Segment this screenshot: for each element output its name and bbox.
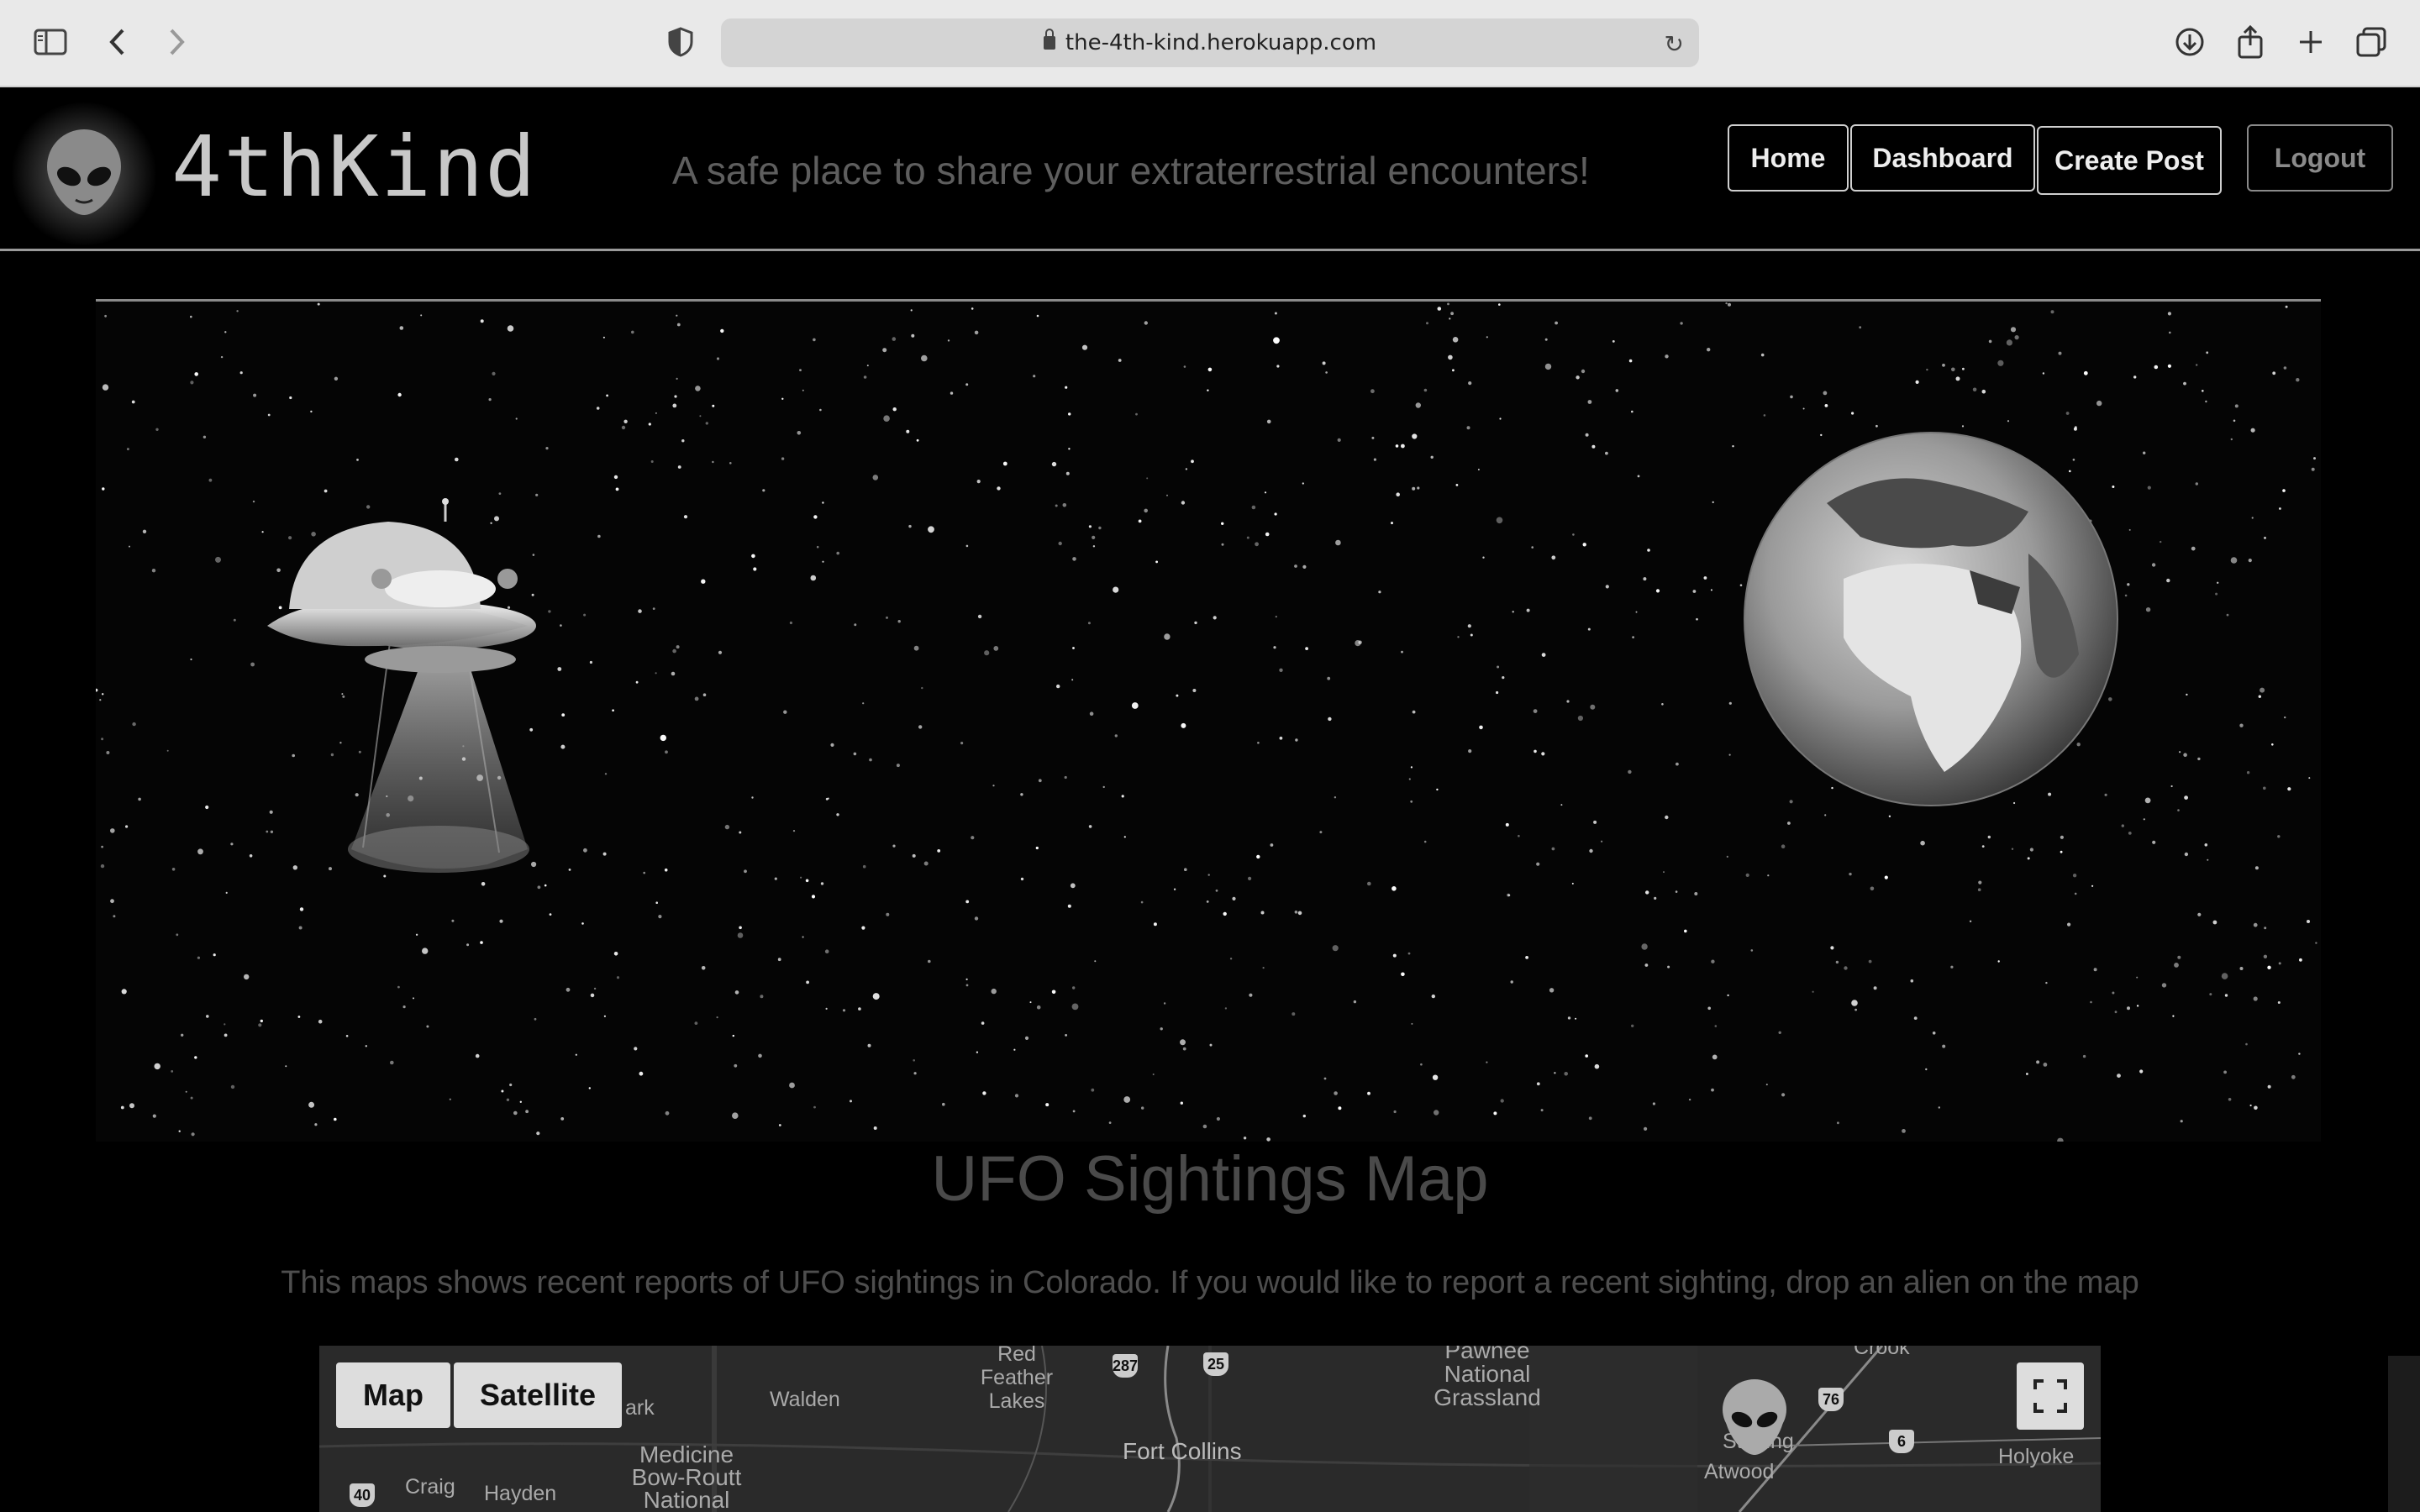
map-label-red-feather-lakes: Red Feather Lakes bbox=[980, 1346, 1054, 1413]
lock-icon bbox=[1043, 29, 1055, 50]
highway-6-shield: 6 bbox=[1889, 1430, 1914, 1453]
hero-banner bbox=[96, 299, 2321, 1142]
map-label-pawnee-national-grassland: Pawnee National Grassland bbox=[1434, 1346, 1541, 1410]
map-label-fort-collins: Fort Collins bbox=[1123, 1438, 1242, 1464]
map-label-walden: Walden bbox=[770, 1388, 840, 1411]
map-fullscreen-button[interactable] bbox=[2017, 1362, 2084, 1430]
map-label-craig: Craig bbox=[405, 1475, 455, 1499]
map-label-medicine-bow: Medicine Bow-Routt National bbox=[631, 1441, 742, 1512]
nav-logout-button[interactable]: Logout bbox=[2247, 124, 2393, 192]
nav-home-button[interactable]: Home bbox=[1728, 124, 1849, 192]
highway-76-shield: 76 bbox=[1818, 1388, 1844, 1411]
map-type-map-button[interactable]: Map bbox=[336, 1362, 450, 1428]
privacy-shield-icon[interactable] bbox=[660, 22, 701, 62]
map-section-description: This maps shows recent reports of UFO si… bbox=[281, 1265, 2139, 1300]
page-edge-overflow bbox=[2388, 1356, 2420, 1512]
alien-logo-icon[interactable] bbox=[44, 128, 124, 217]
map-label-atwood: Atwood bbox=[1704, 1460, 1775, 1483]
highway-40-shield: 40 bbox=[350, 1483, 375, 1507]
sidebar-toggle-icon[interactable] bbox=[30, 22, 71, 62]
map-label-holyoke: Holyoke bbox=[1998, 1445, 2075, 1468]
map-label-hayden: Hayden bbox=[484, 1482, 557, 1505]
tab-overview-icon[interactable] bbox=[2351, 22, 2391, 62]
new-tab-icon[interactable] bbox=[2291, 22, 2331, 62]
map-label-park: ark bbox=[625, 1396, 655, 1420]
address-bar[interactable]: the-4th-kind.herokuapp.com ↻ bbox=[721, 18, 1699, 67]
downloads-icon[interactable] bbox=[2170, 22, 2210, 62]
url-text: the-4th-kind.herokuapp.com bbox=[1065, 30, 1377, 55]
reload-icon[interactable]: ↻ bbox=[1665, 30, 1684, 58]
tagline: A safe place to share your extraterrestr… bbox=[672, 149, 1590, 192]
back-icon[interactable] bbox=[97, 22, 138, 62]
highway-287-shield: 287 bbox=[1113, 1354, 1138, 1378]
ufo-sightings-map[interactable]: Map Satellite Red Feather Lakes Walden M… bbox=[319, 1346, 2101, 1512]
browser-toolbar: the-4th-kind.herokuapp.com ↻ bbox=[0, 0, 2420, 87]
forward-icon[interactable] bbox=[156, 22, 197, 62]
brand-name[interactable]: 4thKind bbox=[171, 118, 537, 216]
map-section-title: UFO Sightings Map bbox=[931, 1143, 1489, 1215]
alien-map-marker-icon[interactable] bbox=[1719, 1378, 1790, 1458]
highway-25-shield: 25 bbox=[1203, 1352, 1228, 1376]
map-label-crook: Crook bbox=[1854, 1346, 1910, 1359]
map-type-satellite-button[interactable]: Satellite bbox=[454, 1362, 622, 1428]
earth-illustration bbox=[1744, 432, 2118, 806]
nav-dashboard-button[interactable]: Dashboard bbox=[1850, 124, 2035, 192]
site-header: 4thKind A safe place to share your extra… bbox=[0, 87, 2420, 251]
share-icon[interactable] bbox=[2230, 22, 2270, 62]
nav-create-post-button[interactable]: Create Post bbox=[2037, 126, 2222, 195]
